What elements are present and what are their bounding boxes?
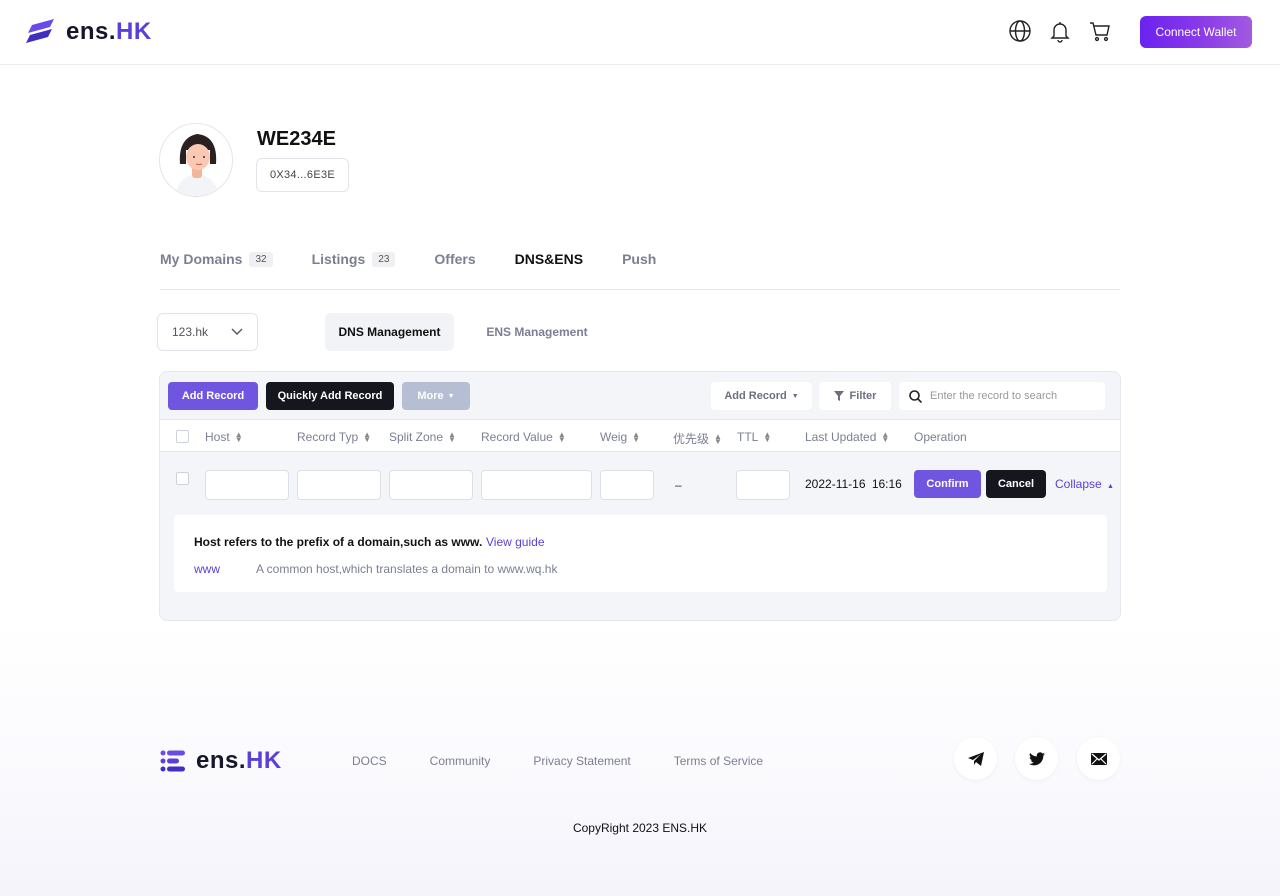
sort-icon: ▲ ▼ — [234, 430, 243, 444]
quick-add-record-button[interactable]: Quickly Add Record — [266, 382, 394, 410]
priority-value: – — [675, 478, 682, 492]
caret-down-icon: ▼ — [791, 392, 799, 400]
subtab-dns-management[interactable]: DNS Management — [325, 313, 454, 351]
avatar — [159, 123, 233, 197]
domain-select[interactable]: 123.hk — [157, 313, 258, 351]
column-split-zone[interactable]: Split Zone ▲ ▼ — [389, 430, 456, 444]
profile-name: WE234E — [257, 128, 336, 150]
sort-icon: ▲ ▼ — [632, 430, 641, 444]
add-record-dropdown[interactable]: Add Record ▼ — [711, 382, 812, 410]
footer-links: DOCS Community Privacy Statement Terms o… — [352, 754, 806, 768]
tabs-divider — [160, 289, 1120, 290]
footer-link-privacy[interactable]: Privacy Statement — [533, 754, 630, 768]
add-record-button[interactable]: Add Record — [168, 382, 258, 410]
logo-mark-icon — [160, 750, 185, 772]
cart-icon[interactable] — [1088, 19, 1112, 43]
chevron-down-icon — [231, 328, 243, 335]
footer-logo[interactable]: ens.HK — [160, 747, 282, 775]
cancel-button[interactable]: Cancel — [986, 470, 1046, 498]
select-all-checkbox[interactable] — [176, 430, 189, 443]
column-record-value[interactable]: Record Value ▲ ▼ — [481, 430, 566, 444]
header-logo[interactable]: ens.HK — [26, 18, 152, 46]
column-priority[interactable]: 优先级 ▲ ▼ — [673, 430, 722, 447]
more-button[interactable]: More ▼ — [402, 382, 470, 410]
ttl-input[interactable] — [736, 470, 790, 500]
host-guide-box: Host refers to the prefix of a domain,su… — [174, 515, 1107, 592]
caret-up-icon: ▲ — [1107, 483, 1114, 490]
sort-icon: ▲ ▼ — [763, 430, 772, 444]
main-tabs: My Domains 32 Listings 23 Offers DNS&ENS P… — [160, 248, 695, 270]
column-host[interactable]: Host ▲ ▼ — [205, 430, 243, 444]
top-header: ens.HK Connect Wallet — [0, 0, 1280, 65]
record-search[interactable] — [899, 382, 1105, 410]
telegram-icon — [967, 751, 984, 766]
split-zone-input[interactable] — [389, 470, 473, 500]
host-input[interactable] — [205, 470, 289, 500]
column-record-type[interactable]: Record Typ ▲ ▼ — [297, 430, 371, 444]
row-checkbox[interactable] — [176, 472, 189, 485]
email-button[interactable] — [1077, 737, 1120, 780]
logo-mark-icon — [26, 19, 54, 43]
tab-listings[interactable]: Listings 23 — [312, 251, 396, 267]
collapse-link[interactable]: Collapse ▲ — [1055, 477, 1114, 491]
sort-icon: ▲ ▼ — [881, 430, 890, 444]
sort-icon: ▲ ▼ — [448, 430, 456, 444]
twitter-icon — [1028, 751, 1045, 765]
last-updated-value: 2022-11-16 16:16 — [805, 477, 902, 491]
guide-example-host: www — [194, 562, 220, 576]
copyright-text: CopyRight 2023 ENS.HK — [572, 821, 708, 835]
column-ttl[interactable]: TTL ▲ ▼ — [737, 430, 771, 444]
sort-icon: ▲ ▼ — [714, 431, 722, 446]
wallet-address[interactable]: 0X34...6E3E — [256, 158, 349, 192]
tab-count-badge: 23 — [372, 251, 396, 267]
guide-title: Host refers to the prefix of a domain,su… — [194, 535, 483, 549]
footer-link-community[interactable]: Community — [430, 754, 491, 768]
dns-panel: Add Record Quickly Add Record More ▼ Add… — [159, 371, 1121, 621]
globe-icon[interactable] — [1008, 19, 1032, 43]
subtab-ens-management[interactable]: ENS Management — [472, 313, 602, 351]
domain-select-value: 123.hk — [172, 325, 209, 339]
record-type-input[interactable] — [297, 470, 381, 500]
table-header: Host ▲ ▼ Record Typ ▲ ▼ Split Zone ▲ ▼ Record … — [160, 419, 1120, 452]
filter-button[interactable]: Filter — [819, 382, 891, 410]
column-operation: Operation — [914, 430, 967, 444]
bell-icon[interactable] — [1048, 19, 1072, 43]
confirm-button[interactable]: Confirm — [914, 470, 981, 498]
weight-input[interactable] — [600, 470, 654, 500]
view-guide-link[interactable]: View guide — [486, 535, 545, 549]
column-last-updated[interactable]: Last Updated ▲ ▼ — [805, 430, 889, 444]
search-icon — [909, 389, 922, 403]
tab-count-badge: 32 — [249, 251, 273, 267]
sort-icon: ▲ ▼ — [557, 430, 566, 444]
footer-link-docs[interactable]: DOCS — [352, 754, 387, 768]
search-input[interactable] — [930, 390, 1100, 402]
tab-dns-ens[interactable]: DNS&ENS — [515, 251, 583, 267]
sort-icon: ▲ ▼ — [363, 430, 372, 444]
twitter-button[interactable] — [1015, 737, 1058, 780]
footer-link-terms[interactable]: Terms of Service — [674, 754, 763, 768]
guide-example-desc: A common host,which translates a domain … — [256, 562, 558, 576]
logo-text: ens.HK — [66, 18, 152, 45]
tab-my-domains[interactable]: My Domains 32 — [160, 251, 273, 267]
telegram-button[interactable] — [954, 737, 997, 780]
mail-icon — [1090, 752, 1107, 765]
logo-text: ens.HK — [196, 747, 282, 774]
column-weight[interactable]: Weig ▲ ▼ — [600, 430, 640, 444]
caret-down-icon: ▼ — [447, 392, 455, 400]
connect-wallet-button[interactable]: Connect Wallet — [1140, 16, 1252, 48]
filter-icon — [833, 391, 844, 401]
tab-offers[interactable]: Offers — [434, 251, 475, 267]
record-value-input[interactable] — [481, 470, 592, 500]
tab-push[interactable]: Push — [622, 251, 656, 267]
